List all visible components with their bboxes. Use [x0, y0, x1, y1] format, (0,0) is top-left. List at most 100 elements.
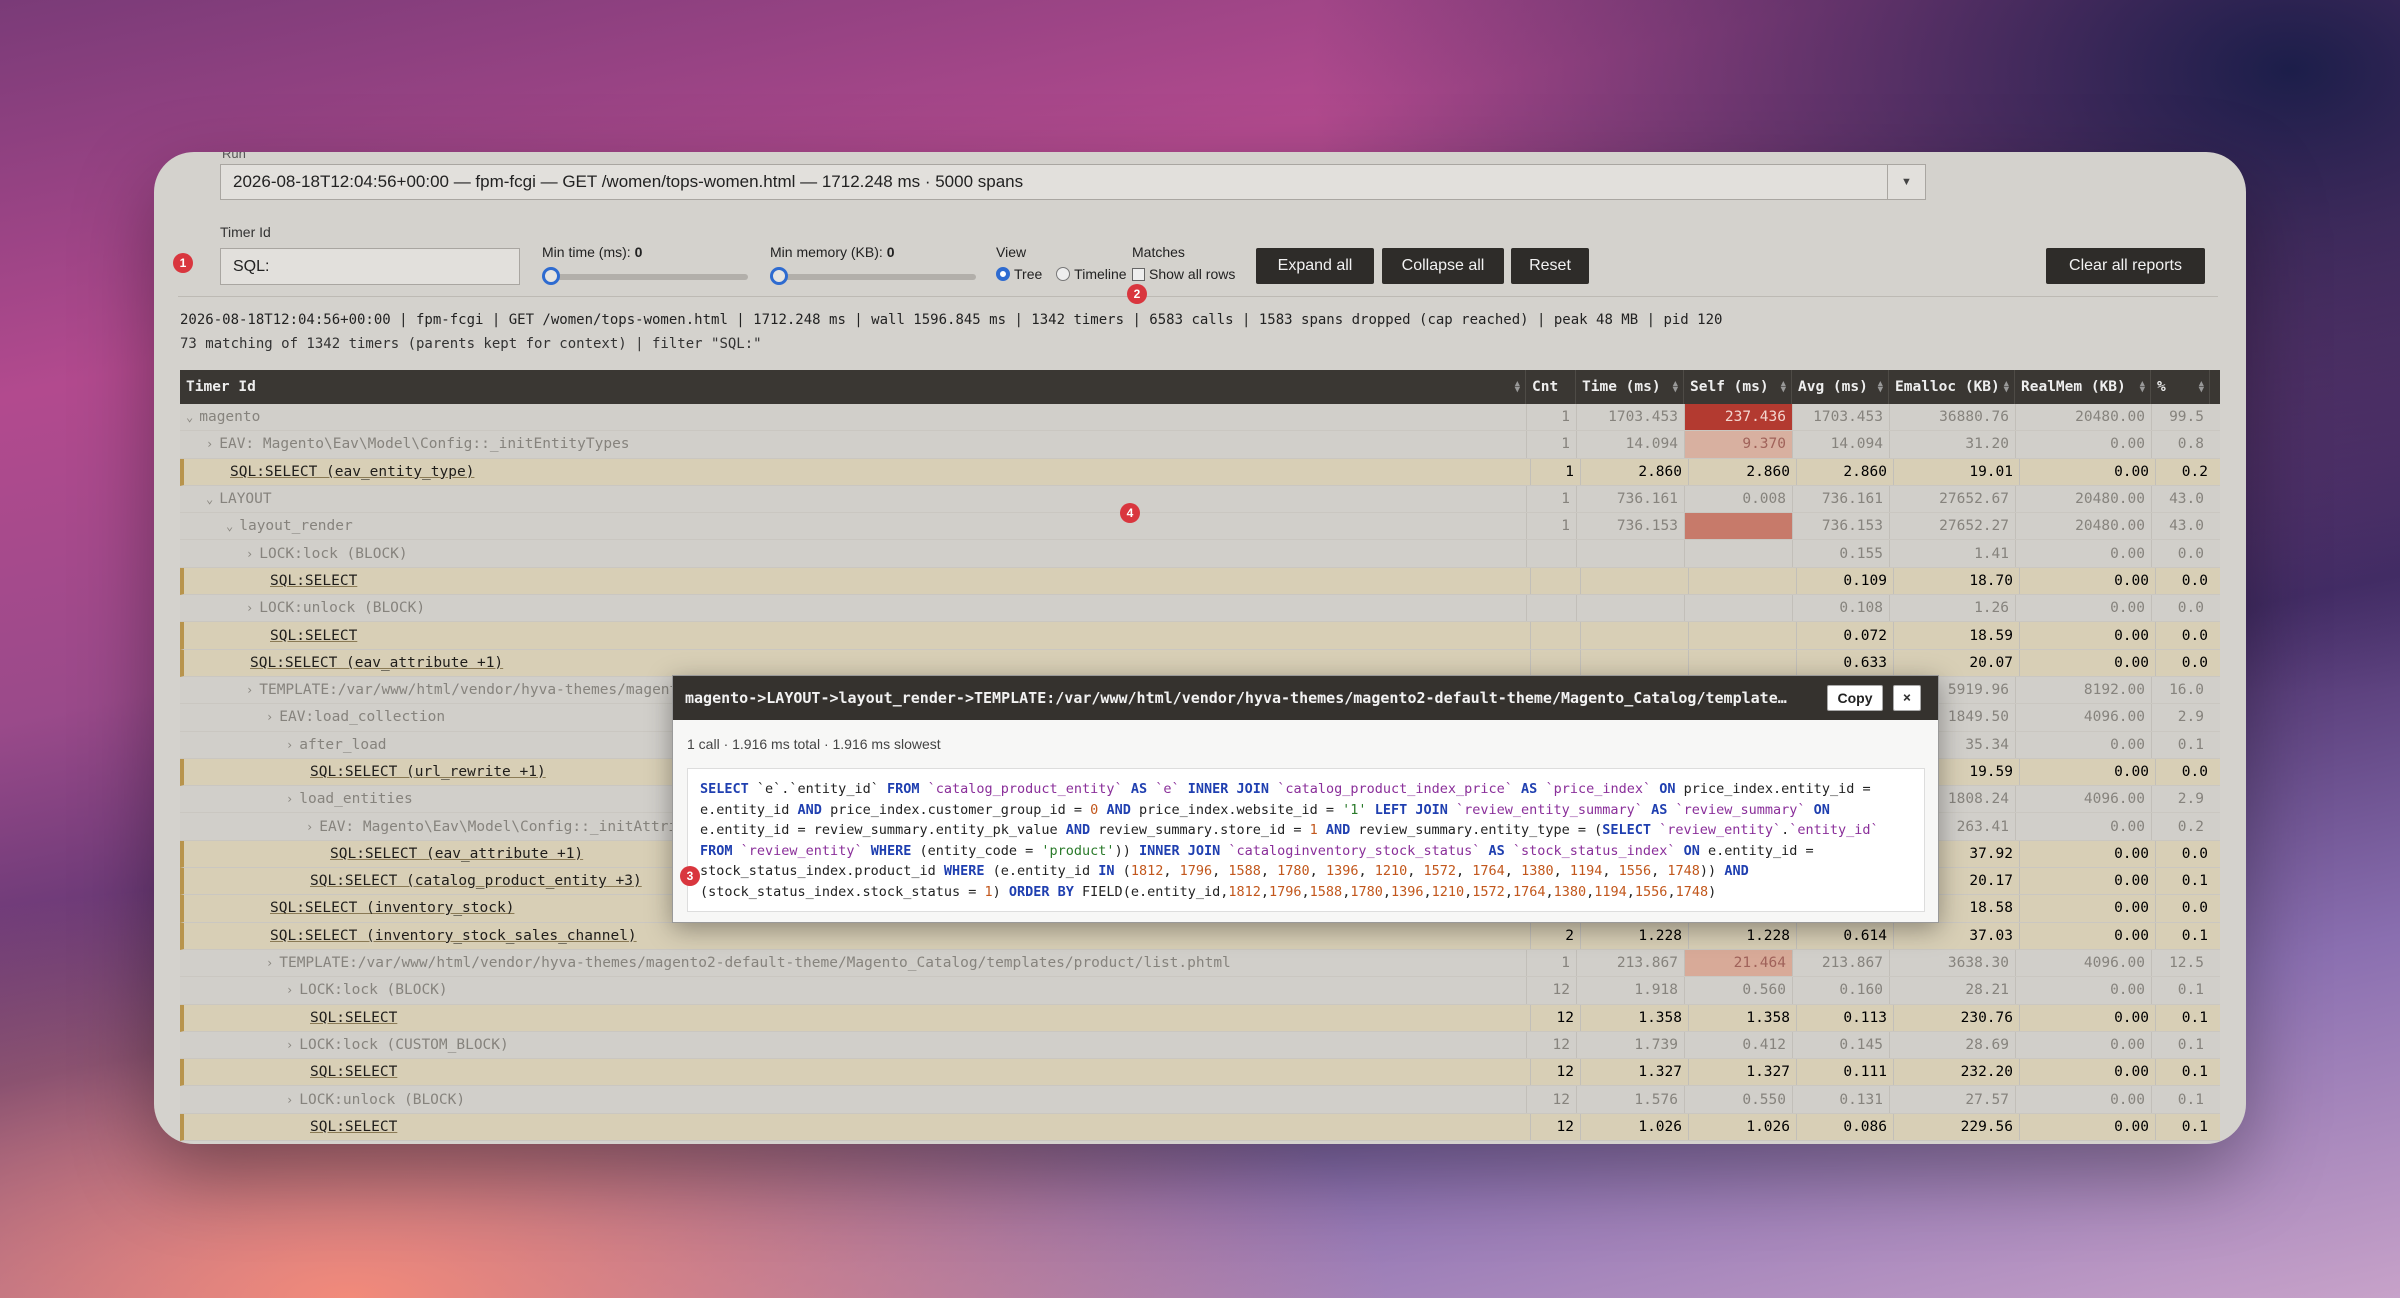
- timer-row[interactable]: › LOCK:unlock (BLOCK) 0.108 1.26 0.00 0.0: [180, 595, 2220, 623]
- timer-name[interactable]: SQL:SELECT (eav_entity_type): [230, 464, 474, 480]
- chevron-right-icon[interactable]: ›: [286, 1093, 293, 1107]
- reset-button[interactable]: Reset: [1511, 248, 1589, 284]
- realmem-cell: 0.00: [2019, 1004, 2155, 1031]
- clear-all-reports-button[interactable]: Clear all reports: [2046, 248, 2205, 284]
- realmem-cell: 0.00: [2019, 1113, 2155, 1141]
- chevron-right-icon[interactable]: ›: [246, 683, 253, 697]
- timer-name[interactable]: SQL:SELECT (catalog_product_entity +3): [310, 873, 642, 889]
- col-time[interactable]: Time (ms) ▲ ▼: [1576, 370, 1684, 404]
- timer-row[interactable]: › LOCK:lock (BLOCK) 0.155 1.41 0.00 0.0: [180, 540, 2220, 568]
- col-self[interactable]: Self (ms) ▲ ▼: [1684, 370, 1792, 404]
- self-cell: 0.412: [1684, 1031, 1792, 1059]
- timer-name[interactable]: SQL:SELECT: [310, 1064, 397, 1080]
- chevron-right-icon[interactable]: ›: [246, 547, 253, 561]
- timer-name[interactable]: SQL:SELECT (inventory_stock): [270, 900, 514, 916]
- sql-row[interactable]: SQL:SELECT (inventory_stock_sales_channe…: [180, 922, 2220, 950]
- timer-name[interactable]: SQL:SELECT (eav_attribute +1): [330, 846, 583, 862]
- sql-row[interactable]: SQL:SELECT 12 1.026 1.026 0.086 229.56 0.00 0.1: [180, 1113, 2220, 1142]
- sql-row[interactable]: SQL:SELECT 0.072 18.59 0.00 0.0: [180, 622, 2220, 650]
- view-tree-label[interactable]: Tree: [1014, 266, 1042, 282]
- chevron-down-icon[interactable]: ▼: [1887, 165, 1925, 199]
- min-memory-track[interactable]: [770, 274, 976, 280]
- col-percent[interactable]: % ▲ ▼: [2151, 370, 2210, 404]
- timer-id-input[interactable]: SQL:: [220, 248, 520, 285]
- sort-icon: ▲ ▼: [1514, 379, 1520, 395]
- emalloc-cell: 230.76: [1893, 1004, 2019, 1031]
- close-icon[interactable]: ×: [1893, 685, 1921, 711]
- min-time-slider-thumb[interactable]: [542, 267, 560, 285]
- show-all-rows-label[interactable]: Show all rows: [1149, 266, 1235, 282]
- chevron-down-icon[interactable]: ⌄: [226, 519, 233, 533]
- sql-row[interactable]: SQL:SELECT 0.109 18.70 0.00 0.0: [180, 567, 2220, 596]
- timer-id-cell: SQL:SELECT (eav_entity_type): [184, 459, 1530, 485]
- run-select[interactable]: 2026-08-18T12:04:56+00:00 — fpm-fcgi — G…: [220, 164, 1926, 200]
- timer-name[interactable]: SQL:SELECT (eav_attribute +1): [250, 655, 503, 671]
- pct-cell: 0.1: [2155, 922, 2214, 949]
- col-cnt[interactable]: Cnt: [1526, 370, 1576, 404]
- time-cell: 1.358: [1580, 1004, 1688, 1031]
- self-cell: [1684, 595, 1792, 622]
- sql-row[interactable]: SQL:SELECT 12 1.327 1.327 0.111 232.20 0.00 0.1: [180, 1059, 2220, 1087]
- self-cell: [1684, 540, 1792, 567]
- timer-row[interactable]: › TEMPLATE:/var/www/html/vendor/hyva-them…: [180, 949, 2220, 978]
- time-cell: 1.026: [1580, 1113, 1688, 1141]
- chevron-right-icon[interactable]: ›: [286, 738, 293, 752]
- col-emalloc[interactable]: Emalloc (KB) ▲ ▼: [1889, 370, 2015, 404]
- chevron-right-icon[interactable]: ›: [286, 983, 293, 997]
- view-timeline-label[interactable]: Timeline: [1074, 266, 1126, 282]
- pct-cell: 0.0: [2151, 540, 2210, 567]
- sql-row[interactable]: SQL:SELECT (eav_entity_type) 1 2.860 2.860 2…: [180, 458, 2220, 486]
- min-time-track[interactable]: [542, 274, 748, 280]
- time-cell: 1.576: [1576, 1086, 1684, 1113]
- chevron-right-icon[interactable]: ›: [286, 792, 293, 806]
- timer-name: EAV: Magento\Eav\Model\Config::_initAttr…: [319, 818, 721, 835]
- collapse-all-button[interactable]: Collapse all: [1382, 248, 1504, 284]
- timer-row[interactable]: ⌄ layout_render 1 736.153 736.153 27652.27 204…: [180, 513, 2220, 541]
- timer-row[interactable]: › LOCK:lock (CUSTOM_BLOCK) 12 1.739 0.412 0.1…: [180, 1031, 2220, 1060]
- timer-row[interactable]: ⌄ magento 1 1703.453 237.436 1703.453 36880.76…: [180, 404, 2220, 432]
- chevron-down-icon[interactable]: ⌄: [186, 410, 193, 424]
- col-timer-id[interactable]: Timer Id ▲ ▼: [180, 370, 1526, 404]
- chevron-down-icon[interactable]: ⌄: [206, 492, 213, 506]
- cnt-cell: 12: [1530, 1004, 1580, 1031]
- timer-row[interactable]: › EAV: Magento\Eav\Model\Config::_initEnt…: [180, 431, 2220, 459]
- col-realmem[interactable]: RealMem (KB) ▲ ▼: [2015, 370, 2151, 404]
- min-memory-slider-thumb[interactable]: [770, 267, 788, 285]
- show-all-rows-checkbox[interactable]: [1132, 268, 1145, 281]
- emalloc-cell: 19.01: [1893, 458, 2019, 485]
- expand-all-button[interactable]: Expand all: [1256, 248, 1374, 284]
- chevron-right-icon[interactable]: ›: [266, 956, 273, 970]
- sort-icon: ▲ ▼: [2003, 379, 2009, 395]
- sql-row[interactable]: SQL:SELECT 12 1.358 1.358 0.113 230.76 0.00 0.1: [180, 1004, 2220, 1032]
- sort-icon: ▲ ▼: [1672, 379, 1678, 395]
- view-tree-radio[interactable]: [996, 267, 1010, 281]
- timer-name: LOCK:unlock (BLOCK): [259, 600, 426, 617]
- timer-row[interactable]: ⌄ LAYOUT 1 736.161 0.008 736.161 27652.67 20480…: [180, 485, 2220, 514]
- timer-name[interactable]: SQL:SELECT: [310, 1010, 397, 1026]
- chevron-right-icon[interactable]: ›: [286, 1038, 293, 1052]
- timer-row[interactable]: › LOCK:lock (BLOCK) 12 1.918 0.560 0.160 28.21…: [180, 977, 2220, 1005]
- timer-name[interactable]: SQL:SELECT: [310, 1119, 397, 1135]
- realmem-cell: 0.00: [2015, 731, 2151, 758]
- timer-name[interactable]: SQL:SELECT (inventory_stock_sales_channe…: [270, 928, 637, 944]
- chevron-right-icon[interactable]: ›: [246, 601, 253, 615]
- timer-name[interactable]: SQL:SELECT (url_rewrite +1): [310, 764, 546, 780]
- view-timeline-radio[interactable]: [1056, 267, 1071, 281]
- realmem-cell: 0.00: [2015, 977, 2151, 1004]
- annotation-badge-1: 1: [173, 253, 193, 273]
- timer-name[interactable]: SQL:SELECT: [270, 628, 357, 644]
- pct-cell: 0.1: [2151, 1031, 2210, 1059]
- timer-id-label: Timer Id: [220, 224, 271, 240]
- col-avg[interactable]: Avg (ms) ▲ ▼: [1792, 370, 1889, 404]
- chevron-right-icon[interactable]: ›: [266, 710, 273, 724]
- timer-row[interactable]: › LOCK:unlock (BLOCK) 12 1.576 0.550 0.131 27.…: [180, 1086, 2220, 1114]
- timer-name[interactable]: SQL:SELECT: [270, 573, 357, 589]
- self-cell: 2.860: [1688, 458, 1796, 485]
- sql-row[interactable]: SQL:SELECT (eav_attribute +1) 0.633 20.07 0…: [180, 649, 2220, 677]
- copy-button[interactable]: Copy: [1827, 685, 1883, 711]
- self-cell: 9.370: [1684, 431, 1792, 458]
- min-memory-value: 0: [886, 244, 895, 260]
- chevron-right-icon[interactable]: ›: [306, 820, 313, 834]
- min-time-value: 0: [634, 244, 643, 260]
- chevron-right-icon[interactable]: ›: [206, 437, 213, 451]
